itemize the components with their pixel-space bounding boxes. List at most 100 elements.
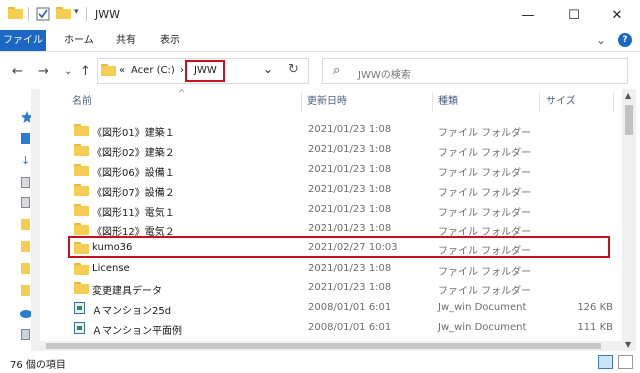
vertical-scrollbar[interactable]: ▲ ▼ [622,89,636,351]
tab-file[interactable]: ファイル [0,30,46,51]
file-date: 2021/01/23 1:08 [308,223,392,234]
minimize-button[interactable]: — [505,0,551,30]
file-kind: ファイル フォルダー [438,286,532,297]
folder-icon [101,64,116,79]
desktop-icon[interactable] [21,133,30,144]
status-bar: 76 個の項目 [0,351,640,373]
this-pc-icon[interactable] [21,329,30,340]
properties-check-icon[interactable] [36,7,50,21]
quick-access-separator [28,7,29,21]
customize-toolbar-icon[interactable]: ▾ [74,7,79,17]
recent-locations-button[interactable]: ⌄ [64,66,72,77]
file-row[interactable]: 変更建具データ 2021/01/23 1:08 ファイル フォルダー [68,278,613,298]
file-size: 126 KB [577,302,613,313]
file-name: 《図形06》設備１ [92,168,175,179]
file-kind: ファイル フォルダー [438,208,532,219]
folder-icon [74,124,89,136]
folder-icon[interactable] [21,263,30,274]
breadcrumb-chevron[interactable]: « [119,65,125,76]
title-separator [86,7,87,21]
close-button[interactable]: ✕ [594,0,640,30]
column-header-date[interactable]: 更新日時 [307,89,347,115]
file-row[interactable]: Ａマンション平面例 2008/01/01 6:01 Jw_win Documen… [68,318,613,338]
search-placeholder: JWWの検索 [358,70,411,81]
column-divider[interactable] [613,92,614,112]
forward-button[interactable]: → [38,64,49,79]
file-size: 111 KB [577,322,613,333]
pictures-icon[interactable] [21,197,30,208]
selected-row-highlight [68,236,610,258]
column-header-kind[interactable]: 種類 [438,89,458,115]
file-name: 《図形01》建築１ [92,128,175,139]
item-count: 76 個の項目 [10,360,66,371]
folder-icon [74,164,89,176]
scrollbar-thumb[interactable] [46,343,601,349]
tab-share[interactable]: 共有 [108,30,144,51]
sort-ascending-icon: ^ [178,89,186,99]
horizontal-scrollbar[interactable] [40,341,622,351]
file-row[interactable]: 《図形06》設備１ 2021/01/23 1:08 ファイル フォルダー [68,160,613,180]
file-date: 2021/01/23 1:08 [308,204,392,215]
file-row[interactable]: 《図形01》建築１ 2021/01/23 1:08 ファイル フォルダー [68,120,613,140]
column-divider[interactable] [432,92,433,112]
jw-document-icon [74,322,85,334]
search-input[interactable]: ⌕ JWWの検索 [322,58,628,84]
column-header-name[interactable]: 名前 [72,89,92,115]
folder-icon [74,184,89,196]
navigation-pane: ↓ [0,89,40,351]
file-name: 《図形02》建築２ [92,148,175,159]
folder-icon [74,282,89,294]
file-name: 《図形07》設備２ [92,188,175,199]
downloads-icon[interactable]: ↓ [21,155,30,166]
file-date: 2008/01/01 6:01 [308,302,392,313]
current-folder-highlight [185,60,225,82]
file-kind: Jw_win Document [438,302,527,313]
back-button[interactable]: ← [12,64,23,79]
address-bar[interactable]: « Acer (C:) › JWW ⌄ ↻ [97,58,309,84]
maximize-button[interactable]: ☐ [551,0,597,30]
file-name: 《図形11》電気１ [92,208,175,219]
file-row[interactable]: License 2021/01/23 1:08 ファイル フォルダー [68,259,613,279]
folder-icon[interactable] [21,285,30,296]
file-date: 2021/01/23 1:08 [308,282,392,293]
file-name: License [92,263,130,274]
folder-icon[interactable] [21,219,30,230]
expand-ribbon-icon[interactable]: ⌄ [596,33,606,47]
column-header-size[interactable]: サイズ [546,89,576,115]
breadcrumb-drive[interactable]: Acer (C:) [131,65,175,76]
file-row[interactable]: 《図形02》建築２ 2021/01/23 1:08 ファイル フォルダー [68,140,613,160]
folder-icon [8,7,23,19]
column-divider[interactable] [539,92,540,112]
large-icons-view-button[interactable] [618,355,633,369]
documents-icon[interactable] [21,177,30,188]
file-date: 2021/01/23 1:08 [308,124,392,135]
column-divider[interactable] [301,92,302,112]
scrollbar-thumb[interactable] [625,105,633,135]
folder-icon[interactable] [21,241,30,252]
file-row[interactable]: Ａマンション25d 2008/01/01 6:01 Jw_win Documen… [68,298,613,318]
refresh-button[interactable]: ↻ [288,62,299,77]
tab-view[interactable]: 表示 [152,30,188,51]
file-row[interactable]: 《図形11》電気１ 2021/01/23 1:08 ファイル フォルダー [68,200,613,220]
breadcrumb-separator[interactable]: › [180,65,184,76]
details-view-button[interactable] [598,355,613,369]
address-dropdown-button[interactable]: ⌄ [263,62,273,76]
new-folder-icon[interactable] [56,7,71,19]
scroll-up-icon[interactable]: ▲ [625,91,631,100]
file-name: 変更建具データ [92,286,162,297]
file-date: 2021/01/23 1:08 [308,164,392,175]
navigation-pane-scrollbar[interactable] [31,89,40,351]
tab-home[interactable]: ホーム [56,30,102,51]
file-kind: ファイル フォルダー [438,267,532,278]
up-button[interactable]: ↑ [80,64,91,79]
file-kind: ファイル フォルダー [438,128,532,139]
address-row: ← → ⌄ ↑ « Acer (C:) › JWW ⌄ ↻ ⌕ JWWの検索 [0,51,640,89]
ribbon-tabs: ファイル ホーム 共有 表示 ⌄ ? [0,30,640,51]
help-icon[interactable]: ? [618,33,632,47]
file-row[interactable]: 《図形07》設備２ 2021/01/23 1:08 ファイル フォルダー [68,180,613,200]
window-title: JWW [95,8,120,21]
scroll-down-icon[interactable]: ▼ [625,340,631,349]
file-date: 2021/01/23 1:08 [308,184,392,195]
folder-icon [74,223,89,235]
file-kind: ファイル フォルダー [438,188,532,199]
